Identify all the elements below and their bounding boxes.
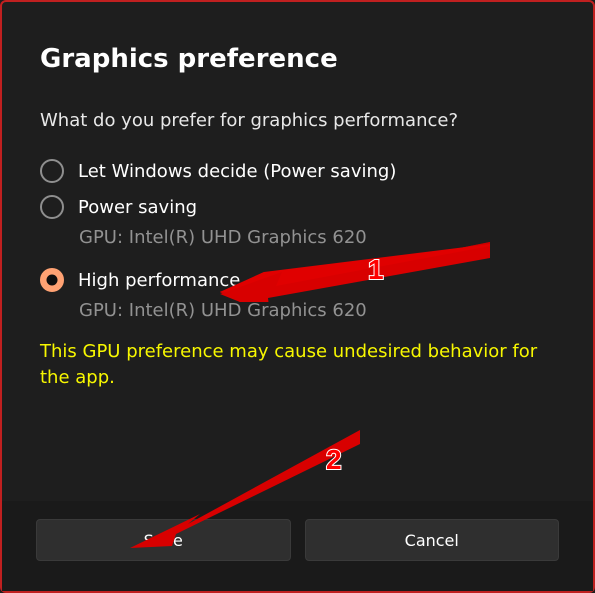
radio-label: Power saving <box>78 197 197 218</box>
dialog-body: Graphics preference What do you prefer f… <box>2 2 593 391</box>
warning-text: This GPU preference may cause undesired … <box>40 339 555 391</box>
radio-option-let-windows-decide[interactable]: Let Windows decide (Power saving) <box>40 153 555 189</box>
radio-label: High performance <box>78 270 240 291</box>
dialog-prompt: What do you prefer for graphics performa… <box>40 110 555 131</box>
radio-icon <box>40 195 64 219</box>
save-button[interactable]: Save <box>36 519 291 561</box>
radio-icon-selected <box>40 268 64 292</box>
annotation-number-2: 2 <box>326 444 342 476</box>
radio-detail-power-saving: GPU: Intel(R) UHD Graphics 620 <box>40 225 555 262</box>
cancel-button[interactable]: Cancel <box>305 519 560 561</box>
radio-label: Let Windows decide (Power saving) <box>78 161 396 182</box>
radio-detail-high-performance: GPU: Intel(R) UHD Graphics 620 <box>40 298 555 335</box>
radio-icon <box>40 159 64 183</box>
radio-option-high-performance[interactable]: High performance <box>40 262 555 298</box>
dialog-title: Graphics preference <box>40 44 555 74</box>
button-bar: Save Cancel <box>2 501 593 591</box>
radio-option-power-saving[interactable]: Power saving <box>40 189 555 225</box>
radio-group: Let Windows decide (Power saving) Power … <box>40 153 555 335</box>
